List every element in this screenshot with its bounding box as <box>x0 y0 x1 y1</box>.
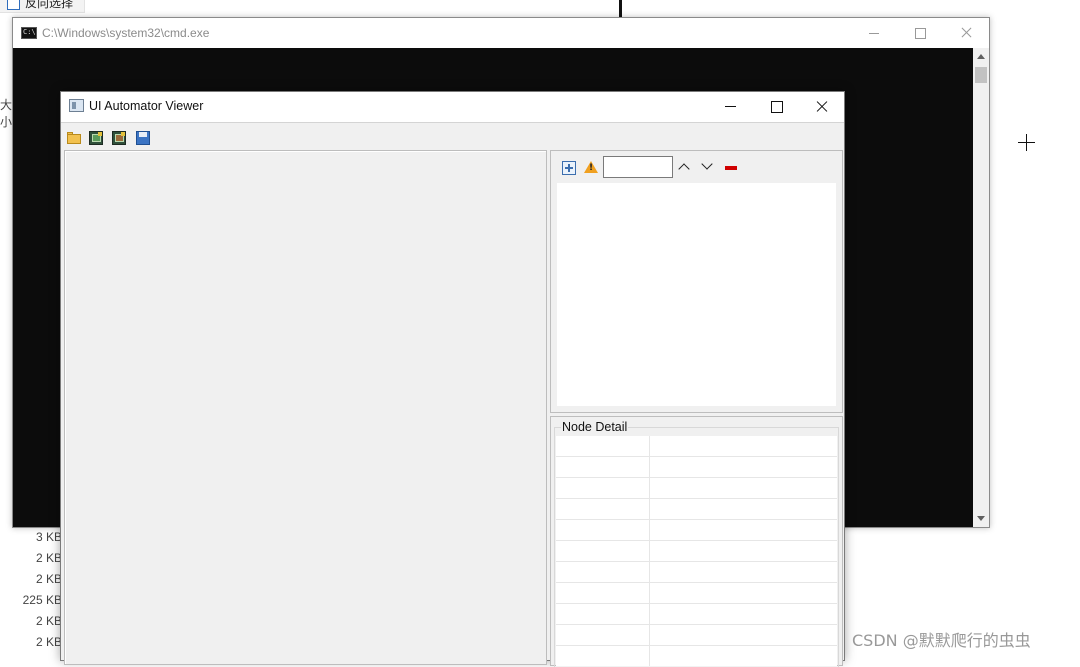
explorer-left-strip: 大小 <box>0 52 12 656</box>
table-row[interactable] <box>556 457 837 478</box>
cmd-maximize-button[interactable] <box>897 18 943 48</box>
select-invert-icon <box>7 0 20 10</box>
hierarchy-tree[interactable] <box>557 183 836 406</box>
table-row[interactable] <box>556 646 837 666</box>
uiautomator-minimize-button[interactable] <box>707 92 753 122</box>
cmd-minimize-button[interactable] <box>851 18 897 48</box>
cmd-title-bar[interactable]: C:\ C:\Windows\system32\cmd.exe <box>13 18 989 48</box>
table-row[interactable] <box>556 436 837 457</box>
node-detail-table[interactable] <box>556 436 837 666</box>
cmd-scrollbar[interactable] <box>973 48 989 527</box>
invert-selection-button[interactable]: 反向选择 <box>25 0 73 11</box>
uiautomator-maximize-button[interactable] <box>753 92 799 122</box>
file-size-cell: 2 KB <box>35 572 62 586</box>
cmd-app-icon: C:\ <box>21 27 37 39</box>
device-screenshot-compressed-icon[interactable] <box>111 130 127 146</box>
node-detail-panel: Node Detail <box>550 416 843 667</box>
table-row[interactable] <box>556 478 837 499</box>
save-icon[interactable] <box>135 130 151 146</box>
uiautomator-viewer-window[interactable]: UI Automator Viewer ! Node Detail <box>60 91 845 667</box>
scroll-up-arrow-icon[interactable] <box>977 54 985 59</box>
uiautomator-title-bar[interactable]: UI Automator Viewer <box>61 92 844 122</box>
table-row[interactable] <box>556 625 837 646</box>
background-divider <box>619 0 622 18</box>
node-search-input[interactable] <box>603 156 673 178</box>
open-folder-icon[interactable] <box>66 130 82 146</box>
expand-all-icon[interactable] <box>562 161 576 175</box>
file-size-cell: 2 KB <box>35 551 62 565</box>
table-row[interactable] <box>556 562 837 583</box>
file-size-cell: 225 KB <box>22 593 62 607</box>
file-size-cell: 2 KB <box>35 635 62 649</box>
csdn-watermark: CSDN @默默爬行的虫虫 <box>852 631 1031 650</box>
warning-mark-icon: ! <box>589 163 594 173</box>
crosshair-cursor-icon <box>1018 134 1035 151</box>
uiautomator-window-title: UI Automator Viewer <box>89 99 204 113</box>
column-header-fragment: 大小 <box>0 98 13 129</box>
explorer-toolbar-fragment: 反向选择 <box>0 0 85 13</box>
screenshot-pane[interactable] <box>64 150 547 665</box>
cmd-close-button[interactable] <box>943 18 989 48</box>
node-detail-legend: Node Detail <box>561 420 629 434</box>
arrow-down-icon[interactable] <box>701 158 713 170</box>
cmd-window-title: C:\Windows\system32\cmd.exe <box>42 26 210 40</box>
file-size-cell: 2 KB <box>35 614 62 628</box>
file-size-cell: 3 KB <box>35 530 62 544</box>
scrollbar-thumb[interactable] <box>975 67 987 83</box>
table-row[interactable] <box>556 583 837 604</box>
title-separator <box>61 122 844 123</box>
table-row[interactable] <box>556 520 837 541</box>
clear-icon[interactable] <box>725 166 737 170</box>
hierarchy-panel: ! <box>550 150 843 413</box>
table-row[interactable] <box>556 604 837 625</box>
table-row[interactable] <box>556 499 837 520</box>
table-row[interactable] <box>556 541 837 562</box>
scroll-down-arrow-icon[interactable] <box>977 516 985 521</box>
uiautomator-close-button[interactable] <box>799 92 845 122</box>
arrow-up-icon[interactable] <box>678 163 690 175</box>
device-screenshot-icon[interactable] <box>88 130 104 146</box>
uiautomator-app-icon <box>69 99 84 112</box>
